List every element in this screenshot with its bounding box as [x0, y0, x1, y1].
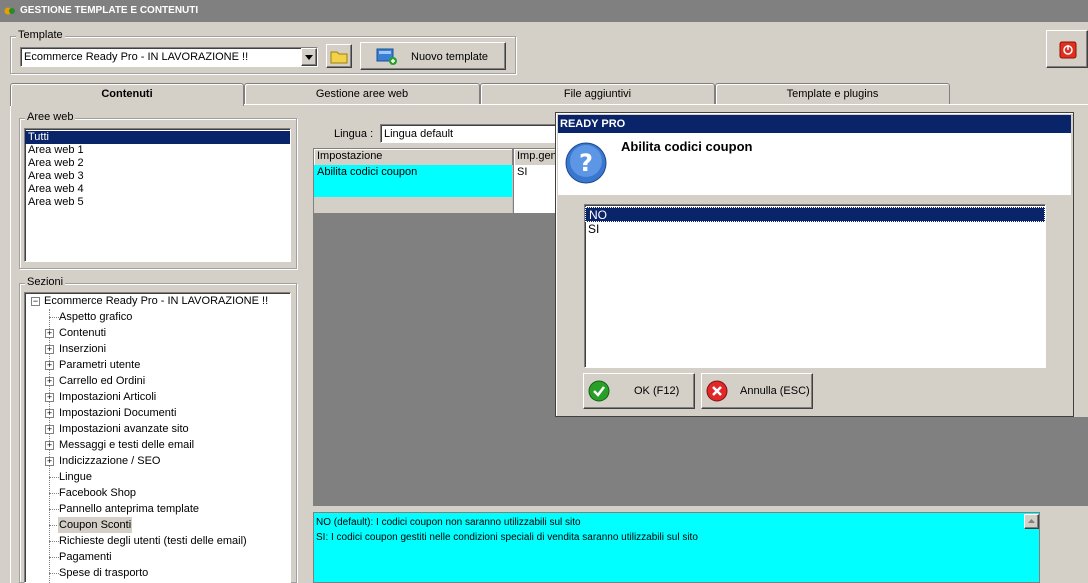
tab-contenuti-label: Contenuti	[101, 88, 153, 100]
arrow-up-icon	[1028, 519, 1035, 523]
tree-item[interactable]: Messaggi e testi delle email	[59, 437, 194, 453]
list-item[interactable]: Area web 4	[25, 183, 290, 196]
open-folder-button[interactable]	[326, 44, 352, 68]
list-item[interactable]: Area web 5	[25, 196, 290, 209]
list-item[interactable]: Area web 1	[25, 144, 290, 157]
list-item[interactable]: Area web 2	[25, 157, 290, 170]
expand-icon[interactable]: +	[45, 377, 54, 386]
tab-file-aggiuntivi-label: File aggiuntivi	[563, 88, 632, 100]
ok-label: OK (F12)	[634, 385, 680, 397]
tree-item-selected[interactable]: Coupon Sconti	[58, 517, 133, 533]
power-icon	[1059, 41, 1077, 59]
tree-branch	[49, 509, 59, 510]
tree-branch	[49, 317, 59, 318]
tree-item[interactable]: Inserzioni	[59, 341, 106, 357]
lingua-select[interactable]: Lingua default	[380, 124, 570, 143]
scroll-up-button[interactable]	[1024, 514, 1039, 529]
new-template-button[interactable]: Nuovo template	[360, 42, 506, 70]
cancel-label: Annulla (ESC)	[740, 385, 810, 397]
option-item[interactable]: NO	[585, 207, 1045, 222]
expand-icon[interactable]: +	[45, 409, 54, 418]
expand-icon[interactable]: +	[45, 393, 54, 402]
tree-item[interactable]: Impostazioni avanzate sito	[59, 421, 189, 437]
template-group-label: Template	[16, 29, 65, 41]
tree-branch	[49, 477, 59, 478]
option-item[interactable]: SI	[585, 222, 1045, 237]
new-template-label: Nuovo template	[411, 51, 489, 63]
tree-root[interactable]: Ecommerce Ready Pro - IN LAVORAZIONE !!	[44, 293, 268, 309]
new-template-icon	[376, 48, 397, 65]
grid-background	[575, 417, 1088, 506]
tree-item[interactable]: Contenuti	[59, 325, 106, 341]
lingua-value: Lingua default	[384, 128, 454, 140]
tree-item[interactable]: Facebook Shop	[59, 485, 136, 501]
tab-gestione-aree-web-label: Gestione aree web	[315, 88, 409, 100]
template-dropdown-button[interactable]	[301, 48, 317, 66]
grid-cell-setting[interactable]: Abilita codici coupon	[314, 165, 513, 197]
grid-empty-row[interactable]	[314, 197, 513, 213]
window-title: GESTIONE TEMPLATE E CONTENUTI	[20, 5, 199, 16]
dialog-title: READY PRO	[558, 115, 1071, 133]
confirm-dialog: READY PRO ? Abilita codici coupon NO SI …	[555, 112, 1074, 417]
tab-gestione-aree-web[interactable]: Gestione aree web	[244, 83, 480, 104]
check-icon	[588, 380, 610, 402]
tree-branch	[49, 541, 59, 542]
list-item[interactable]: Area web 3	[25, 170, 290, 183]
question-icon: ?	[565, 142, 607, 184]
tree-item[interactable]: Parametri utente	[59, 357, 140, 373]
tab-template-e-plugins[interactable]: Template e plugins	[715, 83, 950, 104]
tree-item[interactable]: Pannello anteprima template	[59, 501, 199, 517]
template-select-value: Ecommerce Ready Pro - IN LAVORAZIONE !!	[24, 51, 249, 63]
template-select[interactable]: Ecommerce Ready Pro - IN LAVORAZIONE !!	[20, 47, 318, 67]
tree-item[interactable]: Aspetto grafico	[59, 309, 132, 325]
chevron-down-icon	[305, 55, 313, 60]
folder-icon	[330, 51, 348, 64]
aree-web-list[interactable]: Tutti Area web 1 Area web 2 Area web 3 A…	[24, 128, 291, 262]
tab-template-e-plugins-label: Template e plugins	[786, 88, 879, 100]
svg-text:?: ?	[579, 149, 593, 177]
tab-contenuti[interactable]: Contenuti	[10, 83, 244, 106]
expand-icon[interactable]: +	[45, 345, 54, 354]
app-icon	[4, 7, 15, 15]
settings-grid: Impostazione Imp.gen Abilita codici coup…	[313, 148, 575, 506]
window-title-bar: GESTIONE TEMPLATE E CONTENUTI	[0, 0, 1088, 22]
sezioni-label: Sezioni	[25, 276, 66, 288]
tree-item[interactable]: Richieste degli utenti (testi delle emai…	[59, 533, 247, 549]
tree-item[interactable]: Lingue	[59, 469, 92, 485]
tree-branch	[49, 573, 59, 574]
tab-file-aggiuntivi[interactable]: File aggiuntivi	[480, 83, 715, 104]
list-item[interactable]: Tutti	[25, 131, 290, 144]
grid-header-impostazione[interactable]: Impostazione	[314, 149, 513, 165]
description-box[interactable]: NO (default): I codici coupon non sarann…	[313, 512, 1040, 583]
description-line-1: NO (default): I codici coupon non sarann…	[316, 517, 581, 528]
aree-web-label: Aree web	[25, 111, 76, 123]
sezioni-tree[interactable]: − Ecommerce Ready Pro - IN LAVORAZIONE !…	[24, 292, 291, 583]
expand-icon[interactable]: +	[45, 425, 54, 434]
tree-branch	[49, 493, 59, 494]
tree-item[interactable]: Pagamenti	[59, 549, 112, 565]
tree-item[interactable]: Impostazioni Documenti	[59, 405, 176, 421]
lingua-label: Lingua :	[334, 128, 374, 140]
tree-item[interactable]: Spese di trasporto	[59, 565, 148, 581]
tree-item[interactable]: Impostazioni Articoli	[59, 389, 156, 405]
collapse-icon[interactable]: −	[31, 297, 40, 306]
cancel-button[interactable]: Annulla (ESC)	[701, 373, 813, 409]
cancel-icon	[706, 380, 728, 402]
dialog-question: Abilita codici coupon	[621, 139, 753, 154]
close-module-button[interactable]	[1046, 30, 1088, 68]
expand-icon[interactable]: +	[45, 361, 54, 370]
ok-button[interactable]: OK (F12)	[583, 373, 695, 409]
expand-icon[interactable]: +	[45, 457, 54, 466]
tree-branch	[49, 557, 59, 558]
description-line-2: SI: I codici coupon gestiti nelle condiz…	[316, 532, 698, 543]
expand-icon[interactable]: +	[45, 329, 54, 338]
tree-item[interactable]: Indicizzazione / SEO	[59, 453, 161, 469]
tree-item[interactable]: Carrello ed Ordini	[59, 373, 145, 389]
option-list[interactable]: NO SI	[584, 204, 1046, 368]
expand-icon[interactable]: +	[45, 441, 54, 450]
